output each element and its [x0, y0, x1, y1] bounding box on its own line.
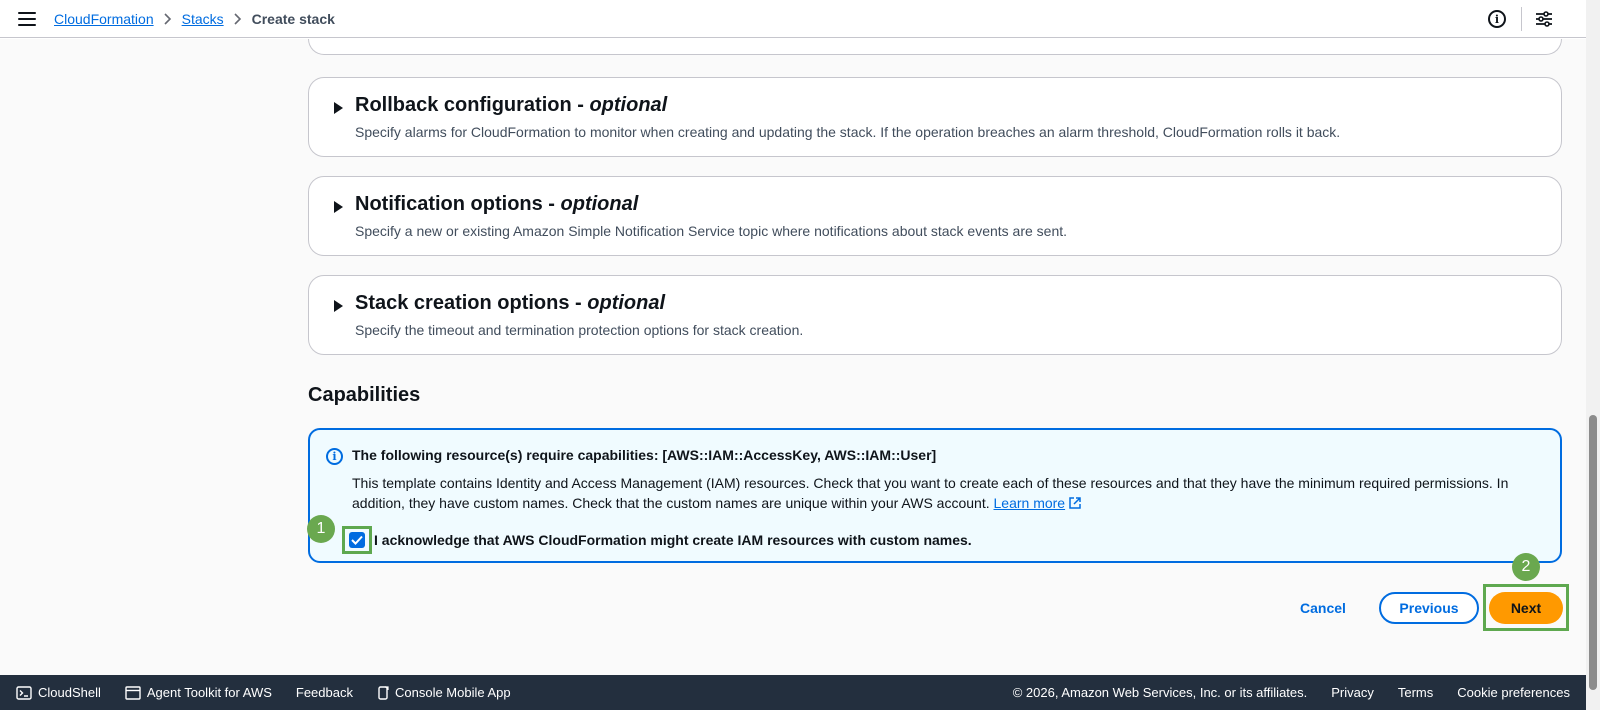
terminal-icon	[16, 685, 32, 700]
rollback-configuration-description: Specify alarms for CloudFormation to mon…	[355, 124, 1341, 140]
topbar-divider	[1521, 7, 1522, 31]
rollback-configuration-panel[interactable]: Rollback configuration - optional Specif…	[308, 77, 1562, 157]
capabilities-heading: Capabilities	[308, 384, 421, 406]
acknowledge-checkbox[interactable]	[349, 532, 365, 548]
breadcrumb: CloudFormation Stacks Create stack	[54, 0, 335, 38]
capabilities-alert-body: This template contains Identity and Acce…	[352, 475, 1509, 511]
privacy-link[interactable]: Privacy	[1331, 685, 1374, 700]
notification-options-description: Specify a new or existing Amazon Simple …	[355, 223, 1068, 239]
acknowledge-row: I acknowledge that AWS CloudFormation mi…	[342, 526, 972, 554]
agent-toolkit-button[interactable]: Agent Toolkit for AWS	[125, 685, 272, 700]
info-icon[interactable]: i	[1488, 10, 1506, 28]
mobile-phone-icon	[378, 685, 389, 700]
notification-options-title: Notification options - optional	[355, 193, 639, 215]
chevron-right-icon	[234, 13, 242, 25]
next-button[interactable]: Next	[1489, 591, 1563, 624]
previous-panel-partial	[308, 39, 1562, 55]
rollback-configuration-title: Rollback configuration - optional	[355, 94, 668, 116]
top-bar: CloudFormation Stacks Create stack i	[0, 0, 1586, 38]
feedback-link[interactable]: Feedback	[296, 685, 353, 700]
chevron-right-icon	[164, 13, 172, 25]
acknowledge-label[interactable]: I acknowledge that AWS CloudFormation mi…	[374, 532, 972, 548]
previous-button[interactable]: Previous	[1379, 592, 1479, 624]
step-badge-two: 2	[1512, 553, 1540, 581]
breadcrumb-current: Create stack	[251, 11, 335, 27]
hamburger-menu-icon[interactable]	[17, 10, 37, 28]
stack-creation-options-description: Specify the timeout and termination prot…	[355, 322, 804, 338]
caret-right-icon	[334, 102, 343, 114]
stack-creation-options-title: Stack creation options - optional	[355, 292, 666, 314]
external-link-icon	[1069, 497, 1081, 509]
console-footer: CloudShell Agent Toolkit for AWS Feedbac…	[0, 675, 1586, 710]
checkmark-icon	[351, 535, 363, 545]
next-button-highlight: Next	[1483, 584, 1569, 631]
cloudshell-button[interactable]: CloudShell	[16, 685, 101, 700]
breadcrumb-stacks-link[interactable]: Stacks	[182, 11, 224, 27]
breadcrumb-cloudformation-link[interactable]: CloudFormation	[54, 11, 154, 27]
cancel-button[interactable]: Cancel	[1290, 592, 1356, 624]
capabilities-alert-title: The following resource(s) require capabi…	[352, 447, 937, 463]
info-circle-icon: i	[326, 448, 343, 465]
copyright-text: © 2026, Amazon Web Services, Inc. or its…	[1012, 685, 1308, 700]
capabilities-alert: i The following resource(s) require capa…	[308, 428, 1562, 563]
caret-right-icon	[334, 201, 343, 213]
preferences-icon[interactable]	[1534, 9, 1554, 29]
main-content: Rollback configuration - optional Specif…	[0, 39, 1586, 675]
window-icon	[125, 685, 141, 700]
terms-link[interactable]: Terms	[1398, 685, 1433, 700]
learn-more-link[interactable]: Learn more	[994, 495, 1082, 511]
cookie-preferences-link[interactable]: Cookie preferences	[1457, 685, 1570, 700]
acknowledge-checkbox-highlight	[342, 526, 372, 554]
scrollbar-thumb[interactable]	[1589, 415, 1597, 690]
step-badge-one: 1	[307, 515, 335, 543]
console-mobile-app-link[interactable]: Console Mobile App	[377, 685, 511, 700]
caret-right-icon	[334, 300, 343, 312]
notification-options-panel[interactable]: Notification options - optional Specify …	[308, 176, 1562, 256]
page-scrollbar[interactable]	[1586, 0, 1600, 710]
stack-creation-options-panel[interactable]: Stack creation options - optional Specif…	[308, 275, 1562, 355]
